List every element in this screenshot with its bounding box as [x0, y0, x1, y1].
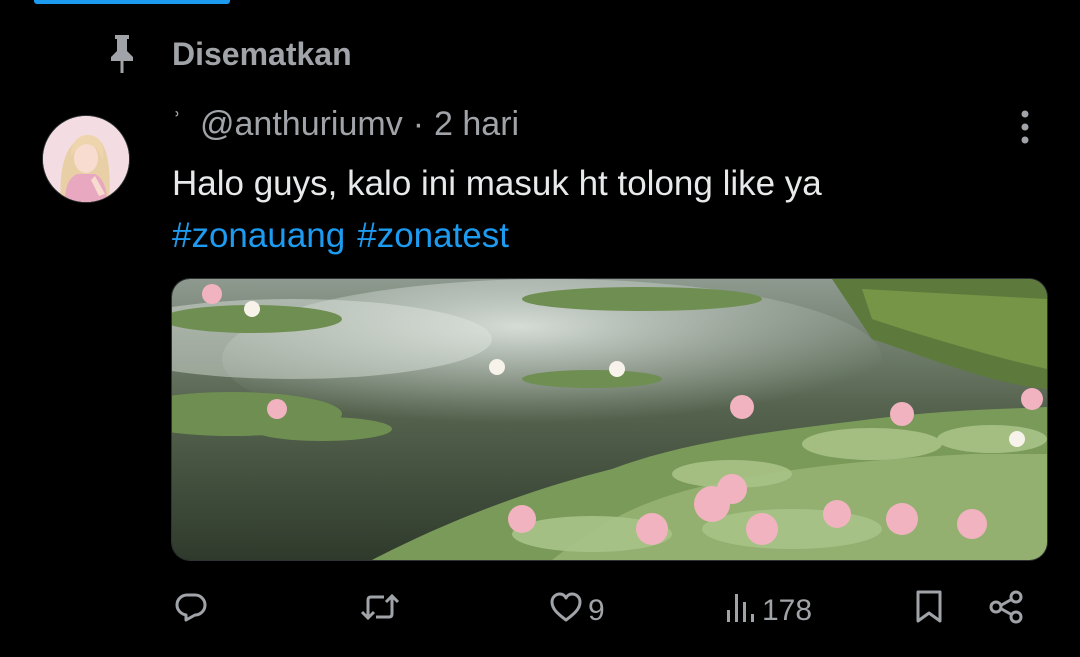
hashtag-list: #zonauang #zonatest: [172, 210, 1032, 262]
tweet-text: Halo guys, kalo ini masuk ht tolong like…: [172, 158, 1032, 262]
hashtag-link[interactable]: #zonauang: [172, 216, 345, 255]
hashtag-link[interactable]: #zonatest: [357, 216, 509, 255]
views-count: 178: [762, 594, 813, 627]
tweet-body: Halo guys, kalo ini masuk ht tolong like…: [172, 164, 822, 203]
retweet-button[interactable]: [360, 586, 400, 636]
views-icon: [724, 590, 758, 632]
share-icon: [988, 590, 1024, 632]
pinned-label: Disematkan: [172, 35, 352, 72]
views-button[interactable]: 178: [724, 586, 812, 636]
like-count: 9: [588, 594, 605, 627]
like-button[interactable]: 9: [548, 586, 605, 636]
bookmark-button[interactable]: [914, 586, 944, 636]
bookmark-icon: [914, 589, 944, 633]
avatar[interactable]: [43, 116, 129, 202]
tweet-actions: 9 178: [0, 586, 1080, 636]
reply-icon: [174, 590, 208, 632]
tweet-header: ʾ @anthuriumv · 2 hari: [172, 100, 519, 148]
heart-icon: [548, 590, 584, 632]
user-handle[interactable]: @anthuriumv: [200, 105, 403, 144]
retweet-icon: [360, 590, 400, 632]
more-vertical-icon[interactable]: [1008, 106, 1042, 148]
tab-indicator: [34, 0, 230, 4]
reply-button[interactable]: [174, 586, 208, 636]
pinned-indicator: Disematkan: [104, 30, 352, 78]
display-name[interactable]: ʾ: [172, 107, 182, 141]
share-button[interactable]: [988, 586, 1024, 636]
pin-icon: [104, 32, 140, 76]
header-separator: ·: [412, 104, 425, 143]
tweet-media-image[interactable]: [172, 279, 1047, 560]
timestamp[interactable]: 2 hari: [434, 105, 519, 144]
